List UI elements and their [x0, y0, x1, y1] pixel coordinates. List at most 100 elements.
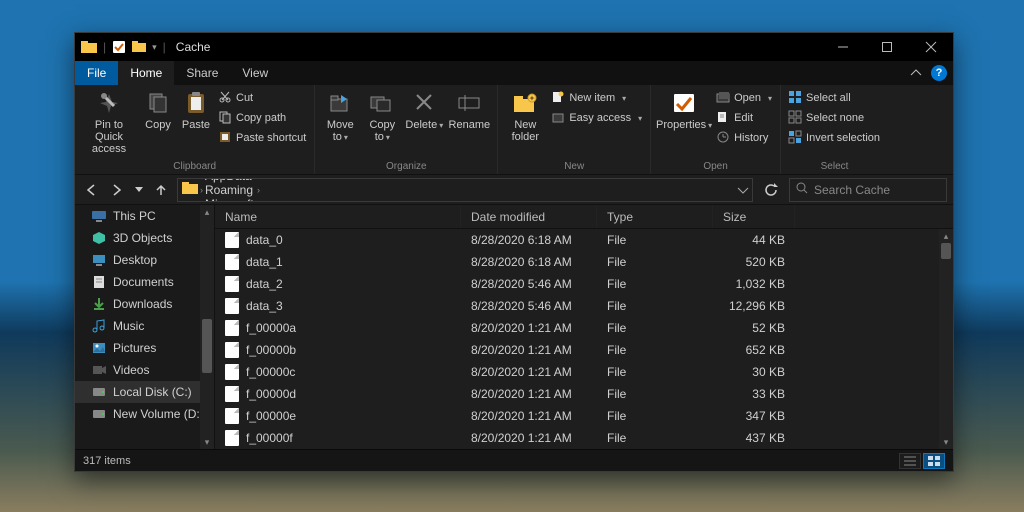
file-row[interactable]: f_00000b8/20/2020 1:21 AMFile652 KB: [215, 339, 953, 361]
file-row[interactable]: f_00000f8/20/2020 1:21 AMFile437 KB: [215, 427, 953, 449]
edit-button[interactable]: Edit: [715, 109, 774, 127]
easy-access-button[interactable]: Easy access▾: [550, 109, 644, 127]
navpane-item[interactable]: This PC: [75, 205, 214, 227]
qat-dropdown-icon[interactable]: ▾: [152, 42, 157, 53]
scrollbar-down-icon[interactable]: ▾: [939, 435, 953, 449]
navpane-scrollbar[interactable]: ▴ ▾: [200, 205, 214, 449]
navpane-item[interactable]: Documents: [75, 271, 214, 293]
navpane-item[interactable]: Videos: [75, 359, 214, 381]
select-all-button[interactable]: Select all: [787, 89, 882, 107]
group-label-organize: Organize: [321, 160, 491, 174]
file-size: 44 KB: [713, 233, 795, 247]
column-name[interactable]: Name: [215, 205, 461, 228]
disk-icon: [91, 387, 107, 397]
file-row[interactable]: f_00000a8/20/2020 1:21 AMFile52 KB: [215, 317, 953, 339]
navpane-item[interactable]: 3D Objects: [75, 227, 214, 249]
properties-button[interactable]: Properties▾: [657, 87, 711, 132]
scrollbar-thumb[interactable]: [202, 319, 212, 373]
scrollbar-up-icon[interactable]: ▴: [939, 229, 953, 243]
navpane-item-label: Videos: [113, 363, 149, 377]
breadcrumb-segment[interactable]: Microsoft›: [205, 197, 261, 202]
easy-access-icon: [552, 111, 564, 126]
history-button[interactable]: History: [715, 129, 774, 147]
new-item-button[interactable]: New item▾: [550, 89, 644, 107]
pc-icon: [91, 210, 107, 222]
pin-to-quick-access-button[interactable]: Pin to Quick access: [81, 87, 137, 155]
invert-selection-icon: [789, 131, 801, 146]
file-row[interactable]: data_38/28/2020 5:46 AMFile12,296 KB: [215, 295, 953, 317]
navpane-item-label: Documents: [113, 275, 174, 289]
rename-button[interactable]: Rename: [447, 87, 491, 131]
file-row[interactable]: f_00000d8/20/2020 1:21 AMFile33 KB: [215, 383, 953, 405]
cut-button[interactable]: Cut: [217, 89, 308, 107]
invert-selection-button[interactable]: Invert selection: [787, 129, 882, 147]
file-row[interactable]: f_00000c8/20/2020 1:21 AMFile30 KB: [215, 361, 953, 383]
help-button[interactable]: ?: [931, 65, 947, 81]
open-button[interactable]: Open▾: [715, 89, 774, 107]
properties-qat-icon[interactable]: [112, 40, 126, 54]
svg-text:✦: ✦: [529, 94, 536, 103]
recent-locations-button[interactable]: [133, 178, 145, 202]
tab-share[interactable]: Share: [174, 61, 230, 85]
file-row[interactable]: data_18/28/2020 6:18 AMFile520 KB: [215, 251, 953, 273]
maximize-button[interactable]: [865, 33, 909, 61]
navpane-item[interactable]: Pictures: [75, 337, 214, 359]
select-none-button[interactable]: Select none: [787, 109, 882, 127]
column-date[interactable]: Date modified: [461, 205, 597, 228]
details-view-button[interactable]: [899, 453, 921, 469]
copy-path-button[interactable]: Copy path: [217, 109, 308, 127]
column-size[interactable]: Size: [713, 205, 795, 228]
thumbnails-view-button[interactable]: [923, 453, 945, 469]
file-row[interactable]: data_28/28/2020 5:46 AMFile1,032 KB: [215, 273, 953, 295]
item-count: 317 items: [83, 455, 131, 467]
new-folder-button[interactable]: ✦ New folder: [504, 87, 546, 143]
address-bar-row: › Users›fatiw›AppData›Roaming›Microsoft›…: [75, 175, 953, 205]
file-name: f_00000d: [246, 387, 296, 401]
address-dropdown-icon[interactable]: [738, 183, 748, 197]
file-type: File: [597, 277, 713, 291]
list-scrollbar[interactable]: ▴ ▾: [939, 229, 953, 449]
column-type[interactable]: Type: [597, 205, 713, 228]
navpane-item[interactable]: New Volume (D:): [75, 403, 214, 425]
tab-file[interactable]: File: [75, 61, 118, 85]
address-bar[interactable]: › Users›fatiw›AppData›Roaming›Microsoft›…: [177, 178, 753, 202]
close-button[interactable]: [909, 33, 953, 61]
new-folder-qat-icon[interactable]: [132, 41, 146, 53]
file-date: 8/28/2020 6:18 AM: [461, 233, 597, 247]
file-row[interactable]: data_08/28/2020 6:18 AMFile44 KB: [215, 229, 953, 251]
file-name: data_3: [246, 299, 283, 313]
paste-button[interactable]: Paste: [179, 87, 213, 131]
collapse-ribbon-button[interactable]: [907, 64, 925, 82]
navpane-item-label: Local Disk (C:): [113, 385, 192, 399]
up-button[interactable]: [151, 178, 171, 202]
file-size: 1,032 KB: [713, 277, 795, 291]
scrollbar-thumb[interactable]: [941, 243, 951, 259]
search-box[interactable]: Search Cache: [789, 178, 947, 202]
search-placeholder: Search Cache: [814, 183, 890, 197]
navpane-item[interactable]: Local Disk (C:): [75, 381, 214, 403]
paste-shortcut-icon: [219, 131, 231, 146]
minimize-button[interactable]: [821, 33, 865, 61]
back-button[interactable]: [81, 178, 101, 202]
paste-shortcut-button[interactable]: Paste shortcut: [217, 129, 308, 147]
status-bar: 317 items: [75, 449, 953, 471]
titlebar: | ▾ | Cache: [75, 33, 953, 61]
navpane-item[interactable]: Music: [75, 315, 214, 337]
tab-view[interactable]: View: [230, 61, 280, 85]
scrollbar-down-icon[interactable]: ▾: [200, 435, 214, 449]
breadcrumb-segment[interactable]: Roaming›: [205, 183, 261, 197]
refresh-button[interactable]: [759, 178, 783, 202]
file-row[interactable]: f_00000e8/20/2020 1:21 AMFile347 KB: [215, 405, 953, 427]
3d-icon: [91, 231, 107, 245]
copy-button[interactable]: Copy: [141, 87, 175, 131]
forward-button[interactable]: [107, 178, 127, 202]
delete-button[interactable]: Delete▾: [405, 87, 443, 132]
navpane-item[interactable]: Desktop: [75, 249, 214, 271]
scrollbar-up-icon[interactable]: ▴: [200, 205, 214, 219]
copy-to-button[interactable]: Copy to▾: [363, 87, 401, 144]
tab-home[interactable]: Home: [118, 61, 174, 85]
navpane-item[interactable]: Downloads: [75, 293, 214, 315]
qat-separator: |: [103, 40, 106, 54]
move-to-button[interactable]: Move to▾: [321, 87, 359, 144]
file-size: 30 KB: [713, 365, 795, 379]
